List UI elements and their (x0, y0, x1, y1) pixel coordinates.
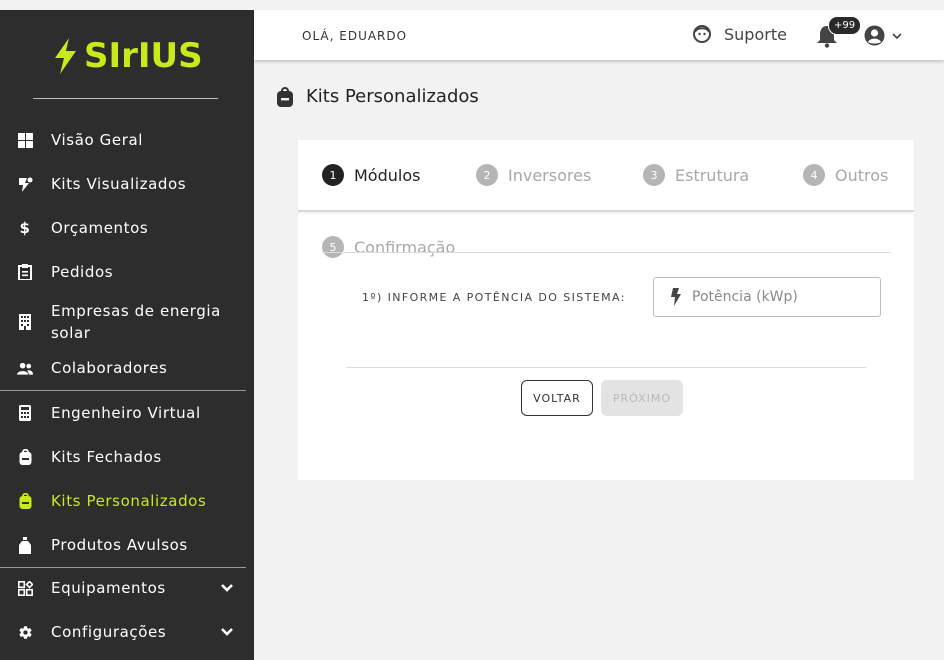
step-label: Confirmação (354, 237, 456, 257)
sidebar-item-visao-geral[interactable]: Visão Geral (0, 128, 246, 152)
form-divider (346, 367, 866, 368)
next-button[interactable]: PRÓXIMO (601, 380, 683, 416)
chevron-down-icon (892, 32, 902, 39)
step-inversores[interactable]: 2 Inversores (476, 164, 591, 186)
sidebar-item-label: Kits Visualizados (51, 175, 187, 193)
sidebar-item-kits-visualizados[interactable]: Kits Visualizados (0, 172, 246, 196)
sidebar-item-label: Orçamentos (51, 219, 149, 237)
sidebar-item-label: Engenheiro Virtual (51, 404, 201, 422)
sidebar-item-configuracoes[interactable]: Configurações (0, 620, 246, 644)
user-avatar-icon (864, 25, 885, 46)
stepper: 1 Módulos 2 Inversores 3 Estrutura 4 Out… (298, 140, 914, 212)
wizard-card: 1 Módulos 2 Inversores 3 Estrutura 4 Out… (298, 140, 914, 480)
sidebar-divider (0, 567, 246, 568)
page-title: Kits Personalizados (276, 86, 479, 107)
chevron-down-icon (221, 584, 233, 592)
user-menu[interactable] (864, 25, 903, 46)
chevron-down-icon (221, 628, 233, 636)
sidebar-item-orcamentos[interactable]: $ Orçamentos (0, 216, 246, 240)
notification-badge: +99 (828, 16, 862, 35)
support-agent-icon (693, 25, 711, 43)
step-number: 4 (803, 164, 825, 186)
logo-divider (33, 98, 218, 99)
step-number: 5 (322, 236, 344, 258)
sidebar-item-label: Equipamentos (51, 579, 166, 597)
sidebar-item-label: Empresas de energia solar (51, 302, 221, 342)
building-icon (17, 314, 33, 330)
clipboard-icon (17, 264, 33, 280)
sidebar-item-label: Visão Geral (51, 131, 144, 149)
sidebar-item-label: Produtos Avulsos (51, 536, 188, 554)
sidebar-item-label: Kits Personalizados (51, 492, 207, 510)
support-label: Suporte (724, 24, 787, 44)
support-link[interactable]: Suporte (692, 24, 787, 44)
widgets-icon (17, 580, 33, 596)
backpack-icon (17, 449, 33, 465)
sidebar-item-label: Colaboradores (51, 359, 168, 377)
sidebar-item-colaboradores[interactable]: Colaboradores (0, 356, 246, 380)
step-outros[interactable]: 4 Outros (803, 164, 888, 186)
gear-icon (17, 624, 33, 640)
calculator-icon (17, 405, 33, 421)
step-label: Módulos (354, 165, 421, 185)
users-icon (17, 360, 33, 376)
step-number: 1 (322, 164, 344, 186)
power-input[interactable] (692, 289, 862, 305)
sidebar-item-label: Kits Fechados (51, 448, 162, 466)
dollar-icon: $ (19, 219, 31, 237)
sidebar-item-label: Pedidos (51, 263, 114, 281)
top-header: OLÁ, EDUARDO Suporte +99 (254, 10, 944, 60)
backpack-icon (17, 493, 33, 509)
power-field[interactable] (653, 277, 881, 317)
brand-name: SIrIUS (84, 36, 203, 76)
step-confirmacao[interactable]: 5 Confirmação (322, 236, 455, 258)
lightning-icon (671, 288, 681, 306)
step-label: Estrutura (675, 165, 750, 185)
sidebar-item-empresas[interactable]: Empresas de energia solar (0, 297, 246, 347)
page-title-text: Kits Personalizados (306, 86, 479, 107)
step-modulos[interactable]: 1 Módulos (322, 164, 420, 186)
sidebar-item-engenheiro-virtual[interactable]: Engenheiro Virtual (0, 401, 246, 425)
lightning-logo-icon (55, 38, 76, 74)
sidebar-divider (0, 390, 246, 391)
power-field-label: 1º) INFORME A POTÊNCIA DO SISTEMA: (362, 291, 626, 304)
bottle-icon (17, 536, 33, 554)
step-number: 2 (476, 164, 498, 186)
kits-viewed-icon (17, 176, 33, 192)
step-label: Outros (835, 165, 889, 185)
sidebar: SIrIUS Visão Geral Kits Visualizados $ O… (0, 10, 254, 660)
step-estrutura[interactable]: 3 Estrutura (643, 164, 749, 186)
sidebar-item-pedidos[interactable]: Pedidos (0, 260, 246, 284)
backpack-icon (277, 86, 293, 107)
sidebar-item-label: Configurações (51, 623, 167, 641)
sidebar-item-kits-fechados[interactable]: Kits Fechados (0, 445, 246, 469)
step-divider (322, 252, 890, 253)
sidebar-item-kits-personalizados[interactable]: Kits Personalizados (0, 489, 246, 513)
sidebar-item-equipamentos[interactable]: Equipamentos (0, 576, 246, 600)
dashboard-icon (17, 132, 33, 148)
back-button[interactable]: VOLTAR (521, 380, 593, 416)
brand-logo[interactable]: SIrIUS (52, 36, 203, 76)
sidebar-item-produtos-avulsos[interactable]: Produtos Avulsos (0, 533, 246, 557)
step-number: 3 (643, 164, 665, 186)
greeting-text: OLÁ, EDUARDO (302, 29, 408, 43)
step-label: Inversores (508, 165, 592, 185)
